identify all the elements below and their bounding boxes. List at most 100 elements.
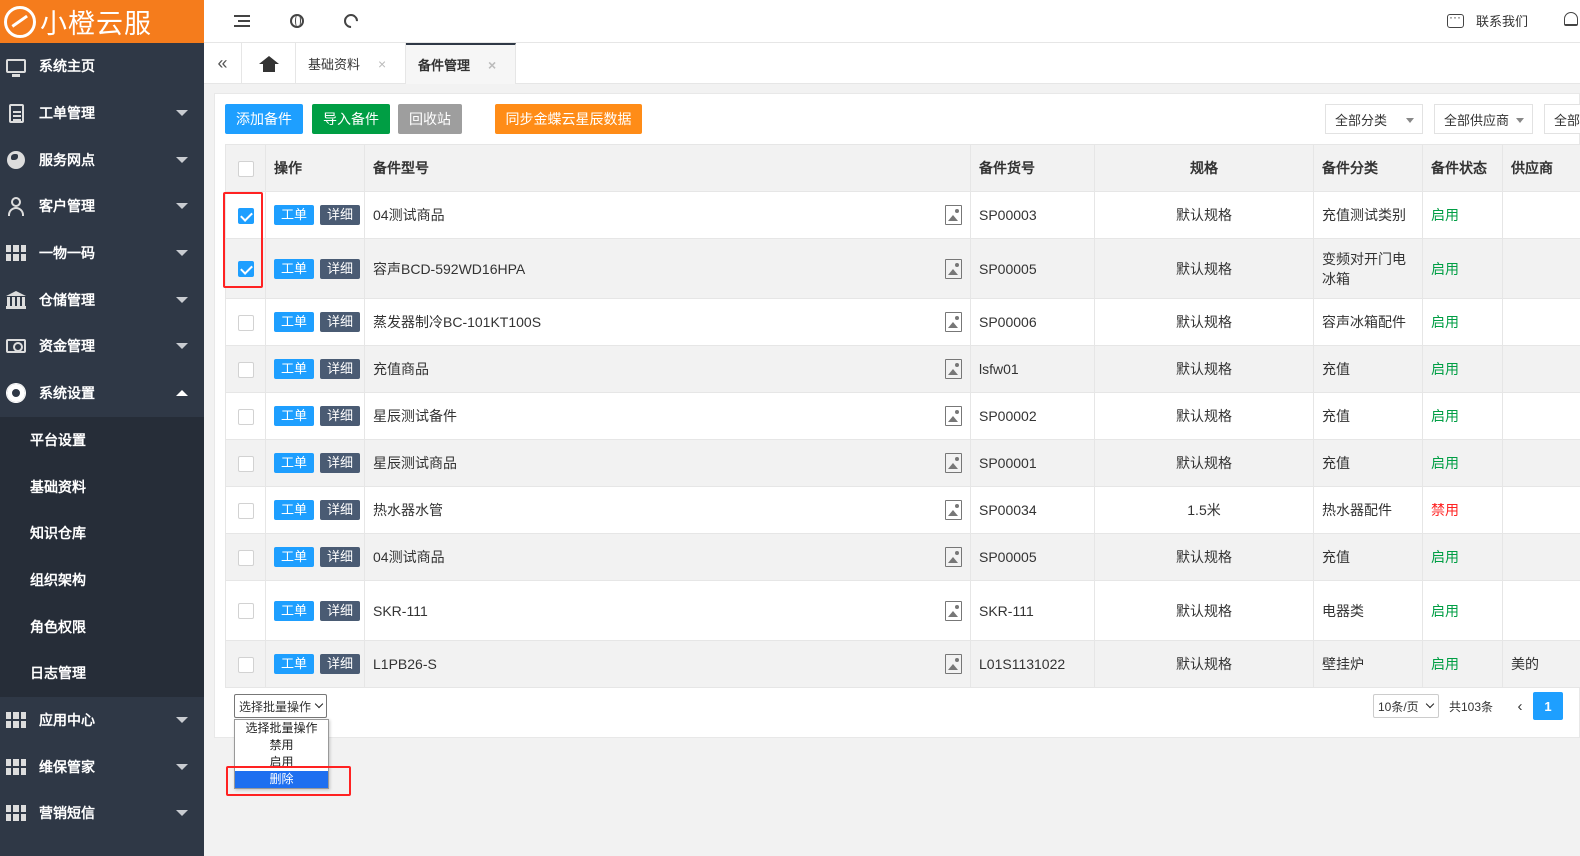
table-row[interactable]: 工单 详细 蒸发器制冷BC-101KT100S SP00006 默认规格 容声冰箱配件 启用	[225, 298, 1580, 346]
work-order-button[interactable]: 工单	[274, 453, 315, 473]
image-icon[interactable]	[945, 258, 962, 279]
submenu-item-2[interactable]: 知识仓库	[0, 510, 204, 557]
image-icon[interactable]	[945, 312, 962, 332]
select-all-checkbox[interactable]	[237, 160, 254, 177]
status-cell: 启用	[1422, 439, 1503, 487]
sidebar-item-4[interactable]: 一物一码	[0, 230, 204, 277]
image-icon[interactable]	[945, 547, 962, 567]
detail-button[interactable]: 详细	[320, 205, 361, 225]
supplier-cell	[1502, 439, 1580, 487]
table-row[interactable]: 工单 详细 04测试商品 SP00005 默认规格 充值 启用	[225, 533, 1580, 581]
tab-basic-info[interactable]: 基础资料 ×	[296, 43, 406, 84]
sidebar-item-1[interactable]: 工单管理	[0, 90, 204, 137]
status-cell: 启用	[1422, 298, 1503, 346]
sidebar-item-0[interactable]: 系统主页	[0, 43, 204, 90]
sidebar-item-5[interactable]: 仓储管理	[0, 276, 204, 323]
detail-button[interactable]: 详细	[320, 654, 361, 674]
supplier-filter-select[interactable]: 全部供应商	[1434, 104, 1533, 134]
row-checkbox[interactable]	[237, 361, 254, 378]
sidebar-item-6[interactable]: 资金管理	[0, 323, 204, 370]
row-checkbox[interactable]	[237, 603, 254, 620]
app-logo[interactable]: 小橙云服	[0, 0, 204, 43]
table-row[interactable]: 工单 详细 星辰测试备件 SP00002 默认规格 充值 启用	[225, 392, 1580, 440]
work-order-button[interactable]: 工单	[274, 205, 315, 225]
sidebar-bottom-item-0[interactable]: 应用中心	[0, 697, 204, 744]
detail-button[interactable]: 详细	[320, 600, 361, 621]
row-checkbox[interactable]	[237, 455, 254, 472]
bell-icon[interactable]	[1564, 12, 1578, 26]
table-row[interactable]: 工单 详细 SKR-111 SKR-111 默认规格 电器类 启用	[225, 580, 1580, 641]
prev-page-button[interactable]: ‹	[1511, 694, 1529, 718]
row-checkbox[interactable]	[237, 207, 254, 224]
sync-kingdee-button[interactable]: 同步金蝶云星辰数据	[495, 104, 642, 134]
work-order-button[interactable]: 工单	[274, 258, 315, 279]
batch-option[interactable]: 启用	[235, 754, 328, 771]
close-icon[interactable]: ×	[378, 56, 386, 72]
sidebar-item-3[interactable]: 客户管理	[0, 183, 204, 230]
image-icon[interactable]	[945, 654, 962, 674]
work-order-button[interactable]: 工单	[274, 500, 315, 520]
detail-button[interactable]: 详细	[320, 258, 361, 279]
row-checkbox[interactable]	[237, 314, 254, 331]
submenu-item-5[interactable]: 日志管理	[0, 650, 204, 697]
page-size-select[interactable]: 10条/页	[1373, 694, 1439, 718]
row-checkbox[interactable]	[237, 656, 254, 673]
import-spare-parts-button[interactable]: 导入备件	[312, 104, 390, 134]
batch-option[interactable]: 禁用	[235, 737, 328, 754]
menu-toggle-icon[interactable]	[232, 11, 252, 31]
tab-spare-parts[interactable]: 备件管理 ×	[406, 43, 516, 84]
row-checkbox[interactable]	[237, 502, 254, 519]
tab-label: 基础资料	[308, 57, 361, 72]
row-checkbox[interactable]	[237, 549, 254, 566]
sidebar-bottom-item-1[interactable]: 维保管家	[0, 743, 204, 790]
work-order-button[interactable]: 工单	[274, 312, 315, 332]
image-icon[interactable]	[945, 359, 962, 379]
add-spare-part-button[interactable]: 添加备件	[225, 104, 303, 134]
image-icon[interactable]	[945, 205, 962, 225]
work-order-button[interactable]: 工单	[274, 600, 315, 621]
table-row[interactable]: 工单 详细 星辰测试商品 SP00001 默认规格 充值 启用	[225, 439, 1580, 487]
work-order-button[interactable]: 工单	[274, 406, 315, 426]
detail-button[interactable]: 详细	[320, 453, 361, 473]
sidebar-item-7[interactable]: 系统设置	[0, 370, 204, 417]
contact-us-link[interactable]: 联系我们	[1446, 10, 1528, 30]
submenu-item-4[interactable]: 角色权限	[0, 603, 204, 650]
table-row[interactable]: 工单 详细 热水器水管 SP00034 1.5米 热水器配件 禁用	[225, 486, 1580, 534]
category-filter-select[interactable]: 全部分类	[1325, 104, 1423, 134]
work-order-button[interactable]: 工单	[274, 359, 315, 379]
batch-action-select[interactable]: 选择批量操作	[234, 694, 327, 718]
work-order-button[interactable]: 工单	[274, 547, 315, 567]
submenu-item-1[interactable]: 基础资料	[0, 463, 204, 510]
recycle-bin-button[interactable]: 回收站	[398, 104, 462, 134]
table-row[interactable]: 工单 详细 L1PB26-S L01S1131022 默认规格 壁挂炉 启用 美的	[225, 640, 1580, 688]
table-row[interactable]: 工单 详细 04测试商品 SP00003 默认规格 充值测试类别 启用	[225, 191, 1580, 239]
row-checkbox[interactable]	[237, 261, 254, 278]
image-icon[interactable]	[945, 453, 962, 473]
batch-option[interactable]: 删除	[235, 771, 328, 788]
detail-button[interactable]: 详细	[320, 406, 361, 426]
detail-button[interactable]: 详细	[320, 500, 361, 520]
tab-home[interactable]	[242, 43, 296, 84]
refresh-icon[interactable]	[341, 11, 361, 31]
submenu-item-3[interactable]: 组织架构	[0, 557, 204, 604]
batch-option[interactable]: 选择批量操作	[235, 720, 328, 737]
current-page-button[interactable]: 1	[1533, 692, 1563, 720]
status-filter-select[interactable]: 全部	[1544, 104, 1580, 134]
work-order-button[interactable]: 工单	[274, 654, 315, 674]
table-row[interactable]: 工单 详细 容声BCD-592WD16HPA SP00005 默认规格 变频对开门电冰箱 启…	[225, 238, 1580, 299]
sidebar-item-2[interactable]: 服务网点	[0, 136, 204, 183]
detail-button[interactable]: 详细	[320, 547, 361, 567]
image-icon[interactable]	[945, 406, 962, 426]
detail-button[interactable]: 详细	[320, 312, 361, 332]
submenu-item-0[interactable]: 平台设置	[0, 417, 204, 464]
detail-button[interactable]: 详细	[320, 359, 361, 379]
image-icon[interactable]	[945, 600, 962, 621]
globe-icon[interactable]	[287, 11, 307, 31]
image-icon[interactable]	[945, 500, 962, 520]
row-checkbox[interactable]	[237, 408, 254, 425]
tabs-scroll-left-icon[interactable]: «	[204, 43, 242, 84]
table-row[interactable]: 工单 详细 充值商品 lsfw01 默认规格 充值 启用	[225, 345, 1580, 393]
sidebar-bottom-item-2[interactable]: 营销短信	[0, 790, 204, 837]
caret-down-icon	[176, 203, 188, 210]
close-icon[interactable]: ×	[488, 57, 496, 73]
